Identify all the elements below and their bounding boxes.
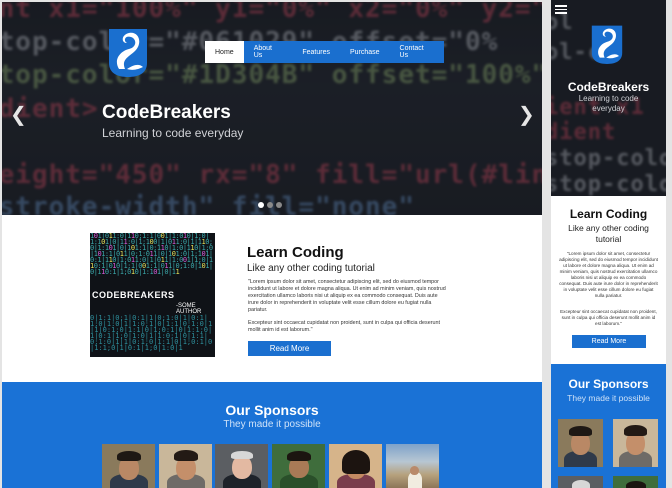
chevron-right-icon[interactable]: ❯	[518, 102, 535, 126]
hero-overlay	[2, 2, 542, 215]
mockup-canvas: ent x1="100%" y1="0%" x2="0%" y2=" stop-…	[0, 0, 672, 488]
nav-purchase[interactable]: Purchase	[340, 41, 390, 63]
swan-logo-icon[interactable]	[587, 22, 627, 66]
mobile-page: ol ol-co ient x1 dient stop-colo stop-co…	[551, 0, 666, 488]
sponsor-photo[interactable]	[558, 476, 603, 488]
nav-about-us[interactable]: About Us	[244, 41, 293, 63]
mobile-learn-coding-title: Learn Coding	[569, 207, 648, 221]
sponsors-subtitle: They made it possible	[223, 419, 321, 430]
sponsor-photo[interactable]	[159, 444, 212, 488]
read-more-button[interactable]: Read More	[248, 341, 331, 356]
main-nav: Home About Us Features Purchase Contact …	[205, 41, 444, 63]
nav-home[interactable]: Home	[205, 41, 244, 63]
sponsor-photo[interactable]	[102, 444, 155, 488]
lorem-paragraph: Excepteur sint occaecat cupidatat non pr…	[248, 320, 440, 333]
nav-features[interactable]: Features	[292, 41, 340, 63]
sponsor-photo[interactable]	[329, 444, 382, 488]
carousel-indicators	[258, 202, 282, 208]
mobile-hero-title: CodeBreakers	[567, 80, 650, 94]
lorem-paragraph: "Lorem ipsum dolor sit amet, consectetur…	[248, 279, 446, 313]
mobile-sponsors-subtitle: They made it possible	[567, 393, 650, 403]
code-rain-pattern: 0|1:1|0;1|0:1|1|0;1:0|1|0:1|1;0|1:0|1|1:…	[90, 314, 213, 352]
book-cover-image: 101|011:0|110;1:1|001|1:010|1;0|1:101|0|…	[90, 233, 215, 357]
mobile-hero-subtitle: Learning to code everyday	[578, 94, 639, 113]
hero-title: CodeBreakers	[102, 102, 231, 123]
sponsor-photo[interactable]	[272, 444, 325, 488]
nav-contact-us[interactable]: Contact Us	[390, 41, 444, 63]
sponsor-photo[interactable]	[613, 476, 658, 488]
learn-coding-title: Learn Coding	[247, 244, 344, 261]
lorem-paragraph: Excepteur sint occaecat cupidatat non pr…	[560, 309, 657, 326]
mobile-read-more-button[interactable]: Read More	[572, 335, 646, 348]
carousel-dot[interactable]	[258, 202, 264, 208]
sponsors-section: Our Sponsors They made it possible	[2, 382, 542, 488]
sponsor-photo[interactable]	[613, 419, 658, 467]
sponsors-title: Our Sponsors	[225, 402, 319, 418]
sponsor-photo[interactable]	[215, 444, 268, 488]
carousel-dot[interactable]	[276, 202, 282, 208]
mobile-sponsors-section: Our Sponsors They made it possible	[551, 364, 666, 488]
hero-subtitle: Learning to code everyday	[102, 126, 244, 140]
sponsor-photo[interactable]	[386, 444, 439, 488]
sponsor-photo[interactable]	[558, 419, 603, 467]
chevron-left-icon[interactable]: ❮	[10, 102, 27, 126]
mobile-sponsors-title: Our Sponsors	[568, 377, 649, 391]
desktop-page: ent x1="100%" y1="0%" x2="0%" y2=" stop-…	[2, 2, 542, 488]
lorem-paragraph: "Lorem ipsum dolor sit amet, consectetur…	[559, 251, 658, 298]
learn-coding-subtitle: Like any other coding tutorial	[247, 263, 375, 274]
swan-logo-icon[interactable]	[103, 25, 153, 79]
carousel-dot[interactable]	[267, 202, 273, 208]
hamburger-icon[interactable]	[555, 5, 567, 16]
hero-carousel: ent x1="100%" y1="0%" x2="0%" y2=" stop-…	[2, 2, 542, 215]
book-title: CODEBREAKERS	[92, 290, 175, 300]
mobile-learn-coding-subtitle: Like any other coding tutorial	[568, 223, 649, 244]
mobile-hero: ol ol-co ient x1 dient stop-colo stop-co…	[551, 0, 666, 196]
